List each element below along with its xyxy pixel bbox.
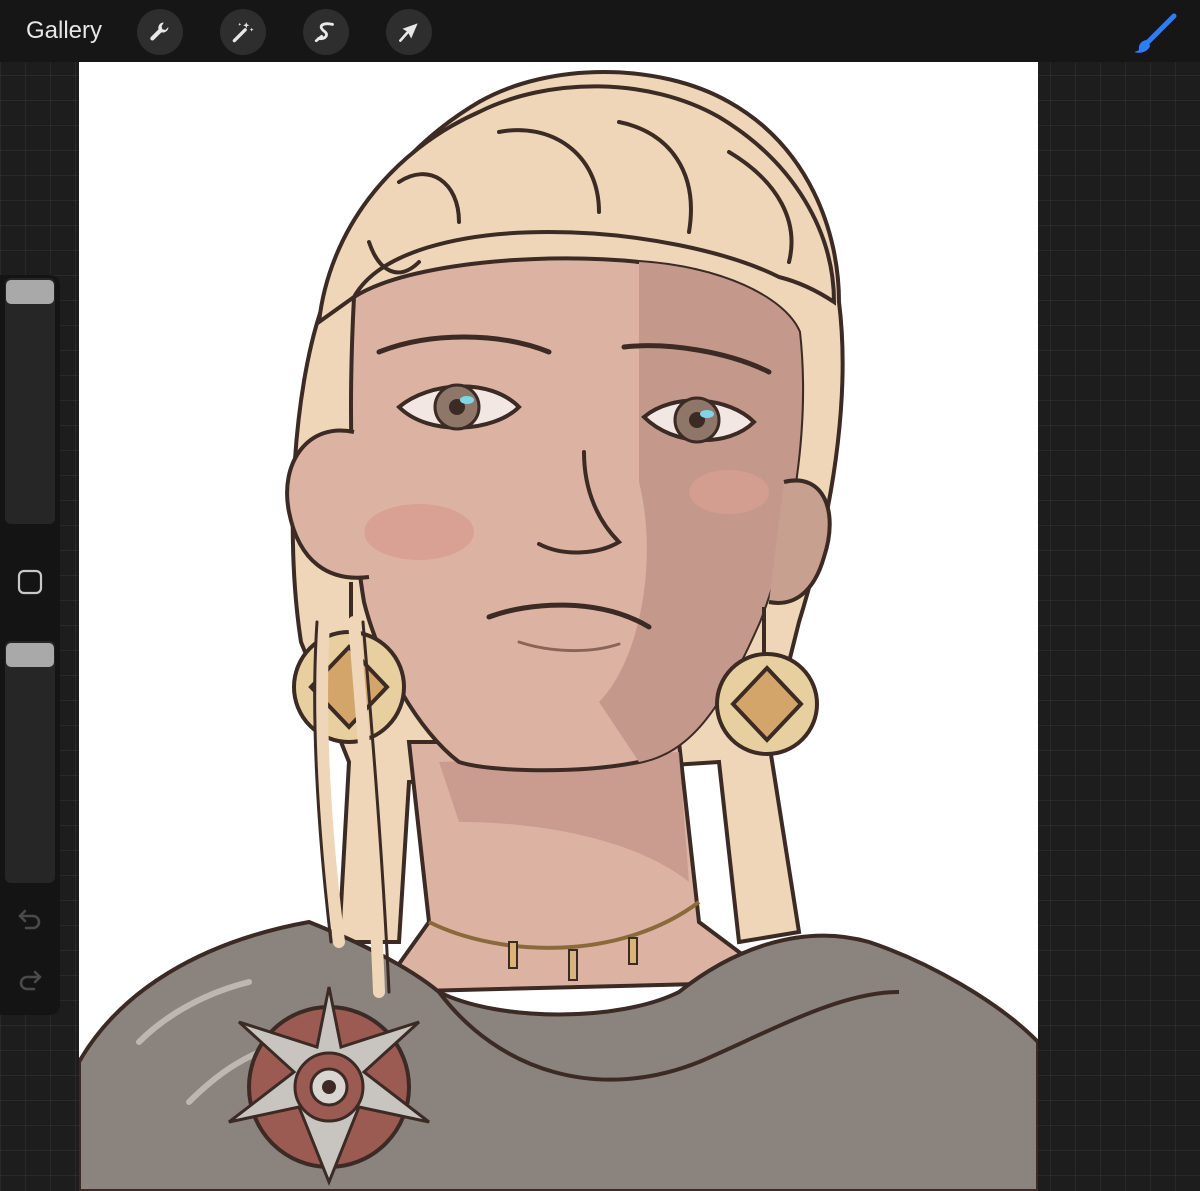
- opacity-thumb[interactable]: [6, 643, 54, 667]
- drawing-canvas[interactable]: [79, 62, 1038, 1191]
- brooch-pupil: [322, 1080, 336, 1094]
- necklace-bead: [508, 941, 518, 969]
- selection-s-icon: [314, 22, 334, 43]
- blush-left: [364, 504, 474, 560]
- top-toolbar: Gallery: [0, 0, 1200, 62]
- brush-button[interactable]: [1128, 10, 1180, 56]
- redo-icon[interactable]: [14, 963, 46, 995]
- left-eye-highlight: [460, 396, 474, 404]
- opacity-slider[interactable]: [5, 641, 55, 883]
- transform-button[interactable]: [386, 9, 432, 55]
- wrench-icon: [150, 22, 169, 41]
- undo-icon[interactable]: [14, 902, 46, 934]
- left-sidebar: [0, 275, 60, 1015]
- gallery-button[interactable]: Gallery: [26, 16, 102, 46]
- adjustments-button[interactable]: [220, 9, 266, 55]
- right-eye-highlight: [700, 410, 714, 418]
- paintbrush-icon: [1134, 13, 1177, 53]
- blush-right: [689, 470, 769, 514]
- square-icon[interactable]: [16, 568, 44, 596]
- selection-button[interactable]: [303, 9, 349, 55]
- necklace-bead: [628, 937, 638, 965]
- artwork-illustration: [79, 70, 1038, 1191]
- magic-wand-icon: [232, 22, 254, 43]
- arrow-cursor-icon: [399, 23, 418, 42]
- actions-button[interactable]: [137, 9, 183, 55]
- brush-size-thumb[interactable]: [6, 280, 54, 304]
- brush-size-slider[interactable]: [5, 278, 55, 524]
- necklace-bead: [568, 949, 578, 981]
